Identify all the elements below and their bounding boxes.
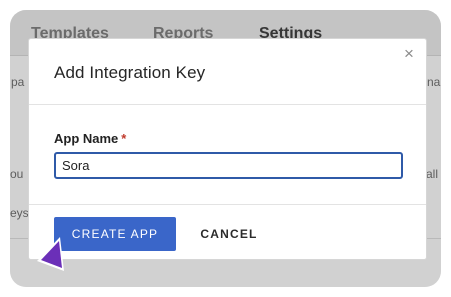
app-name-label: App Name * xyxy=(54,131,126,146)
pointer-cursor-icon xyxy=(37,237,64,271)
app-name-input[interactable] xyxy=(54,152,403,179)
add-integration-key-dialog: Add Integration Key × App Name* CREATE A… xyxy=(28,38,427,260)
create-app-button[interactable]: CREATE APP xyxy=(54,217,176,251)
dialog-body: App Name * xyxy=(29,105,426,205)
close-icon[interactable]: × xyxy=(401,45,417,63)
dialog-title: Add Integration Key xyxy=(54,63,206,82)
dialog-header: Add Integration Key × xyxy=(29,39,426,105)
app-name-label-text: App Name xyxy=(54,131,119,146)
dialog-footer: CREATE APP CANCEL xyxy=(29,205,426,261)
required-marker: * xyxy=(121,131,127,146)
cancel-button[interactable]: CANCEL xyxy=(189,217,269,251)
